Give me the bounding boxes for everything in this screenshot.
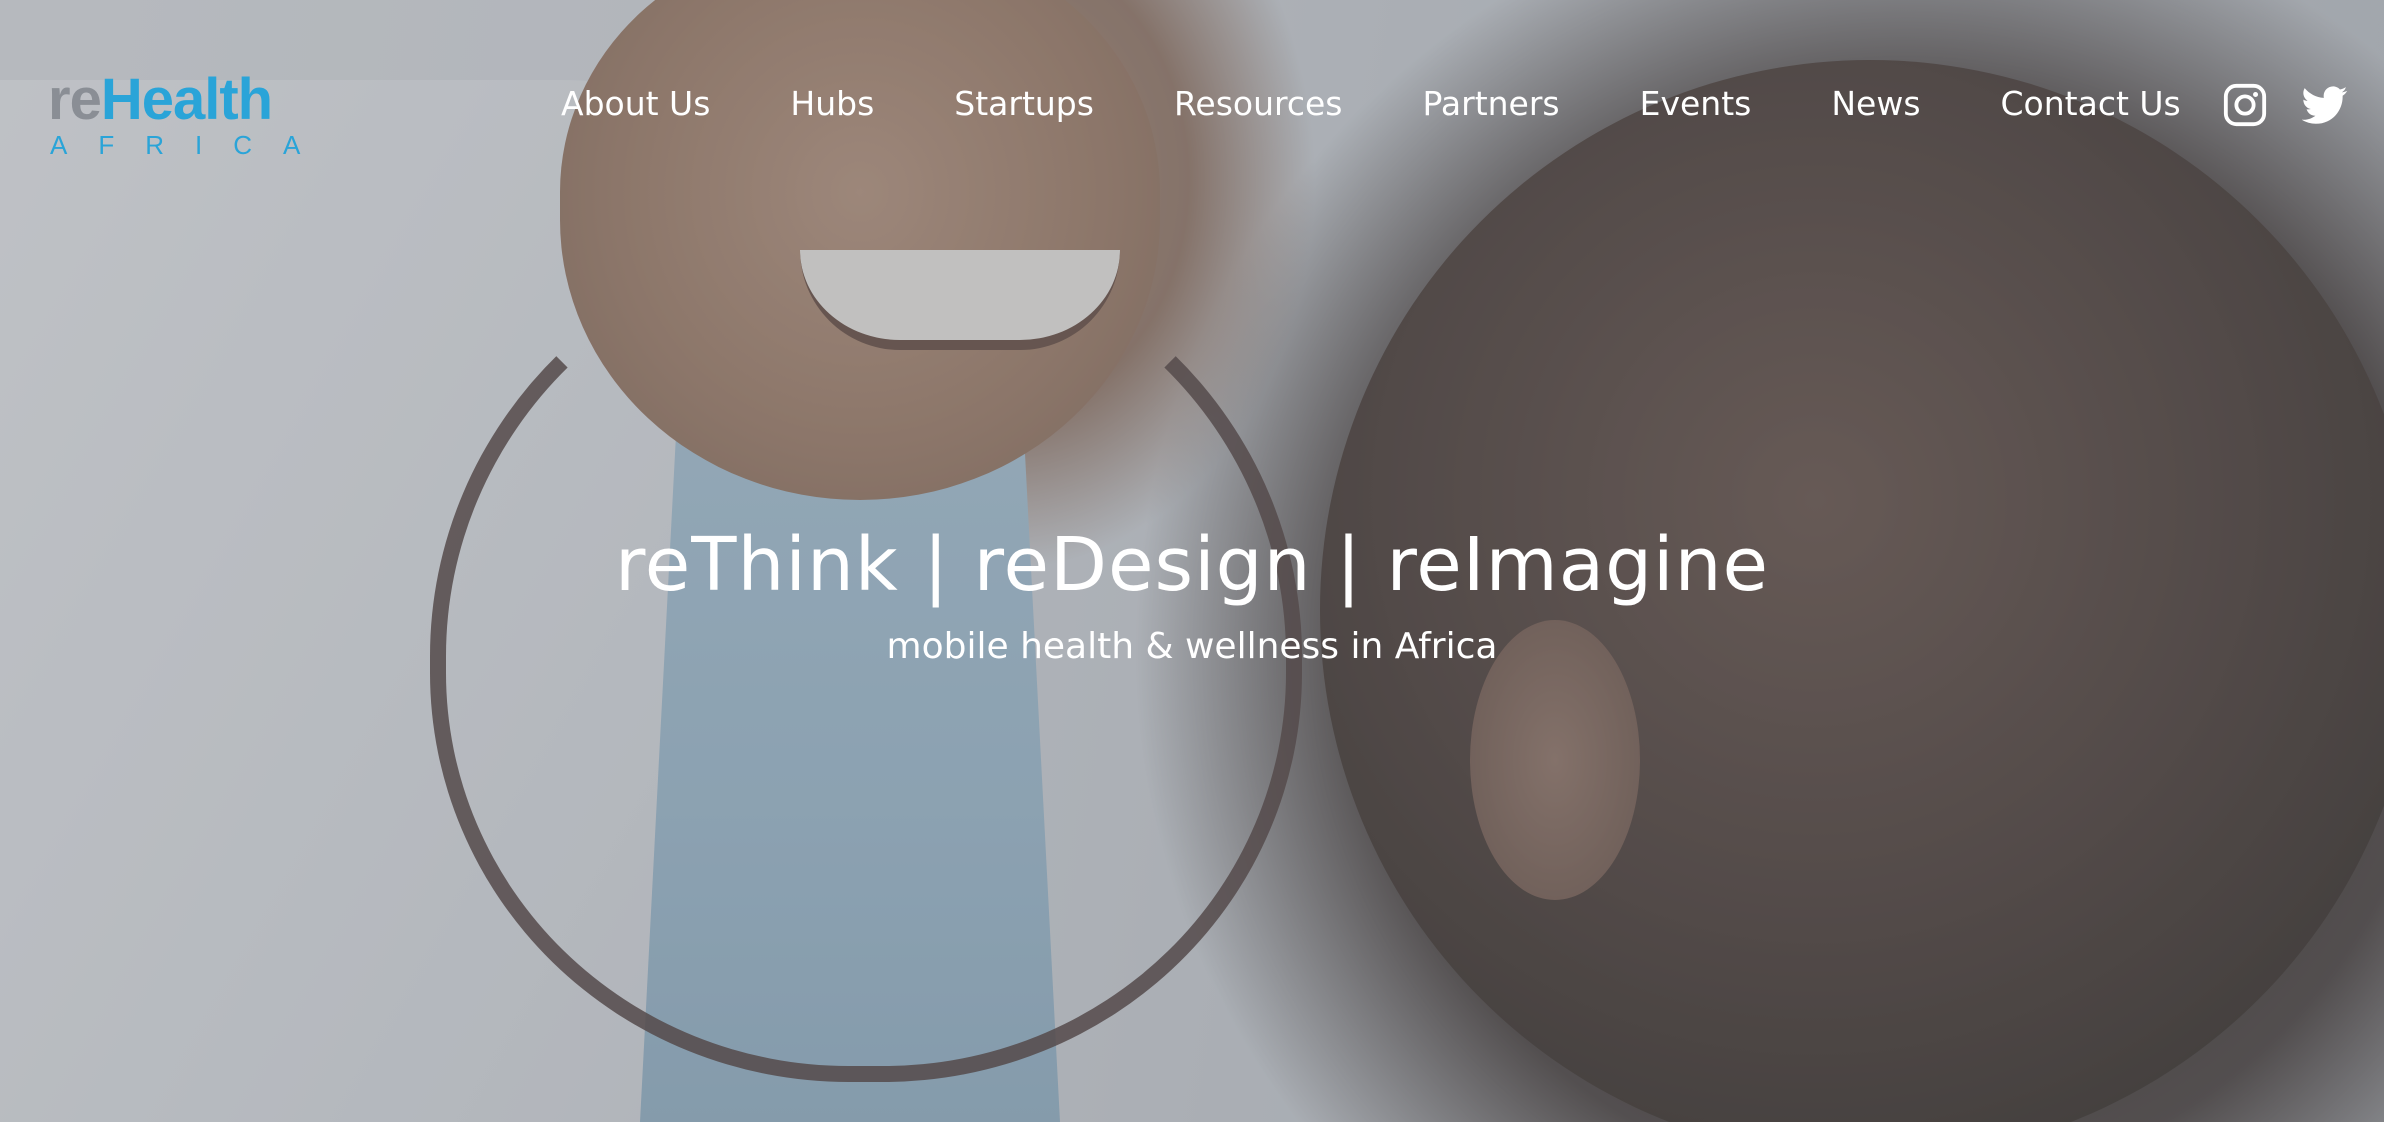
nav-item-startups[interactable]: Startups [914,78,1134,130]
hero-subtitle: mobile health & wellness in Africa [886,626,1498,667]
nav-item-partners[interactable]: Partners [1382,78,1599,130]
main-nav: About Us Hubs Startups Resources Partner… [541,78,2221,130]
nav-item-hubs[interactable]: Hubs [750,78,914,130]
twitter-link[interactable] [2302,82,2348,128]
nav-item-contact-us[interactable]: Contact Us [1961,78,2221,130]
social-links [2222,82,2348,128]
logo-subtitle: AFRICA [50,130,332,160]
nav-item-news[interactable]: News [1791,78,1960,130]
twitter-icon [2302,86,2348,124]
site-logo[interactable]: reHealth AFRICA [48,70,332,161]
logo-wordmark: reHealth [48,70,288,130]
logo-prefix: re [48,67,102,132]
hero-section: reHealth AFRICA About Us Hubs Startups R… [0,0,2384,1122]
logo-name: Health [100,67,273,132]
nav-item-resources[interactable]: Resources [1134,78,1383,130]
nav-item-events[interactable]: Events [1600,78,1792,130]
instagram-link[interactable] [2222,82,2268,128]
hero-tagline: reThink | reDesign | reImagine [614,522,1770,608]
hero-text: reThink | reDesign | reImagine mobile he… [0,520,2384,672]
instagram-icon [2223,83,2267,127]
nav-item-about-us[interactable]: About Us [541,78,750,130]
site-header: reHealth AFRICA About Us Hubs Startups R… [0,0,2384,210]
